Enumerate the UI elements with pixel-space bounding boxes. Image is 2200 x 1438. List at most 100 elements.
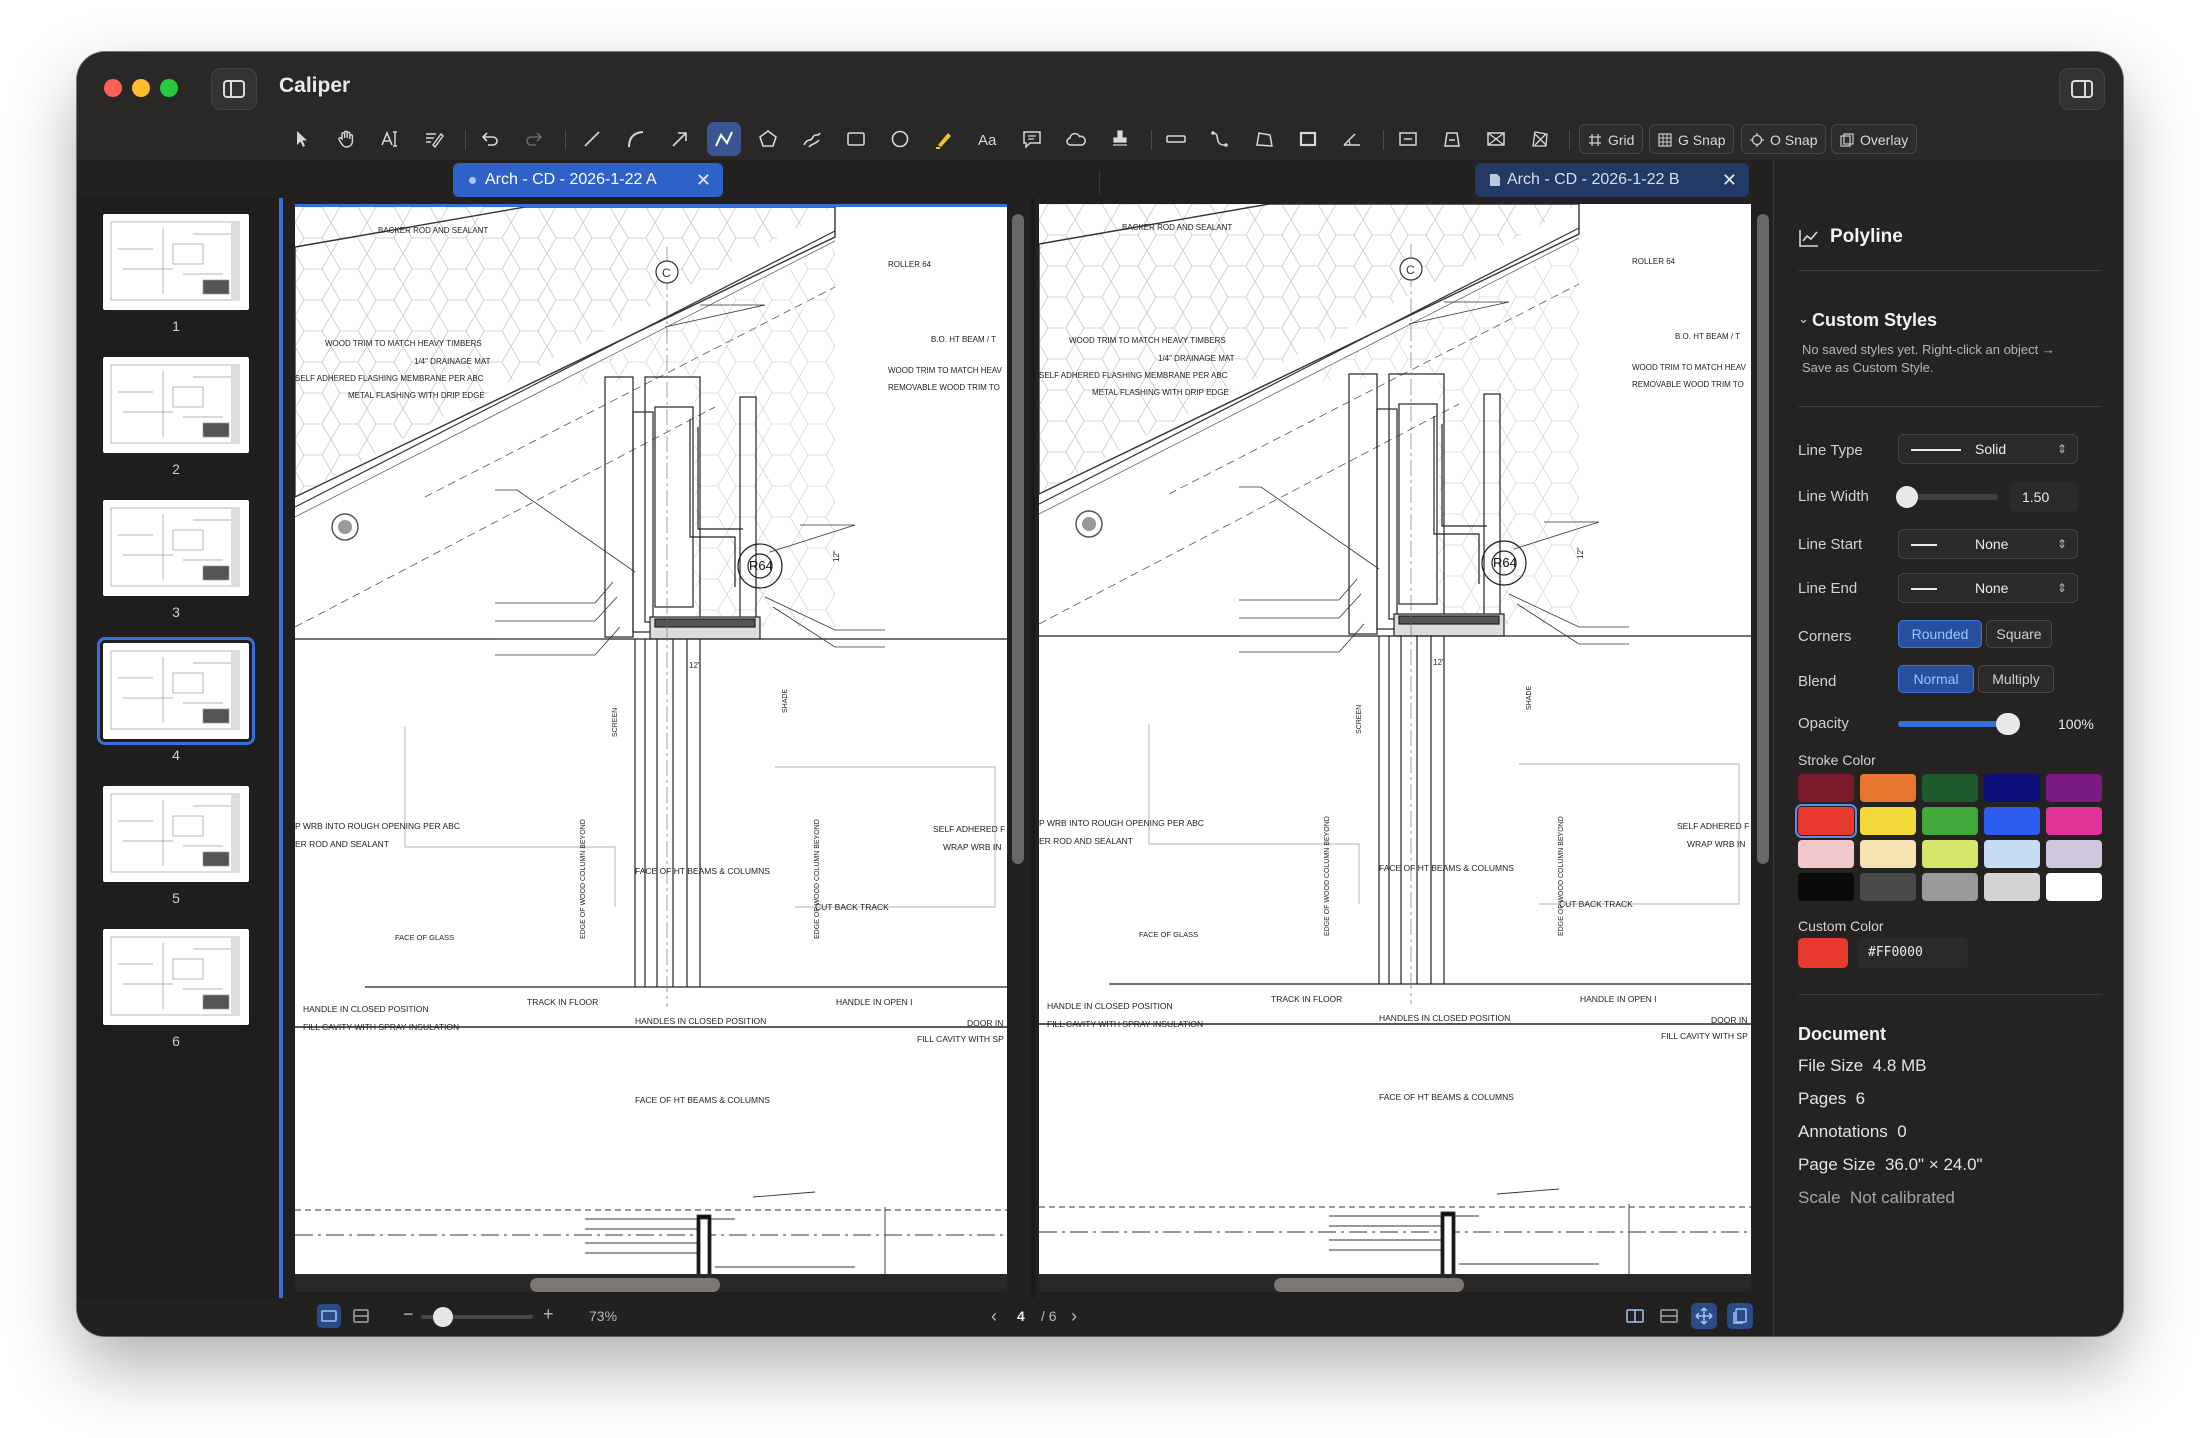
opacity-slider[interactable]: [1898, 713, 2020, 735]
color-swatch[interactable]: [1922, 873, 1978, 901]
color-swatch[interactable]: [2046, 807, 2102, 835]
select-tool-icon[interactable]: [285, 122, 319, 156]
tab-document-b[interactable]: Arch - CD - 2026-1-22 B ✕: [1475, 163, 1749, 197]
rectangle-tool-icon[interactable]: [839, 122, 873, 156]
color-swatch[interactable]: [1860, 807, 1916, 835]
zoom-out-button[interactable]: −: [403, 1304, 414, 1325]
line-start-select[interactable]: None ⇕: [1898, 529, 2078, 559]
opacity-knob[interactable]: [1996, 713, 2020, 735]
side-by-side-button[interactable]: [1623, 1304, 1647, 1328]
perimeter-tool-icon[interactable]: [1291, 122, 1325, 156]
color-swatch[interactable]: [1798, 774, 1854, 802]
line-tool-icon[interactable]: [575, 122, 609, 156]
color-swatch[interactable]: [1860, 840, 1916, 868]
line-width-slider[interactable]: [1896, 486, 1998, 508]
page-thumbnail[interactable]: [103, 357, 249, 453]
callout-tool-icon[interactable]: [1015, 122, 1049, 156]
page-thumbnail[interactable]: [103, 214, 249, 310]
custom-styles-header[interactable]: Custom Styles: [1812, 310, 1937, 331]
tab-document-a[interactable]: Arch - CD - 2026-1-22 A ✕: [453, 163, 723, 197]
color-swatch[interactable]: [1984, 807, 2040, 835]
grid-button[interactable]: Grid: [1579, 124, 1644, 154]
ellipse-tool-icon[interactable]: [883, 122, 917, 156]
document-pane-b[interactable]: CR64LINEAR LIGHTING, RE: HLBBACKER ROD A…: [1039, 204, 1751, 1274]
scrollbar-vertical-a[interactable]: [1012, 214, 1024, 864]
pane-divider[interactable]: [1031, 198, 1035, 1298]
close-window-button[interactable]: [104, 79, 122, 97]
hand-tool-icon[interactable]: [329, 122, 363, 156]
color-swatch[interactable]: [1860, 873, 1916, 901]
arrow-tool-icon[interactable]: [663, 122, 697, 156]
color-swatch[interactable]: [1922, 774, 1978, 802]
arc-tool-icon[interactable]: [619, 122, 653, 156]
compare-tool-icon[interactable]: [1523, 122, 1557, 156]
polygon-tool-icon[interactable]: [751, 122, 785, 156]
corners-rounded-button[interactable]: Rounded: [1898, 620, 1982, 648]
color-swatch[interactable]: [1860, 774, 1916, 802]
highlighter-tool-icon[interactable]: [927, 122, 961, 156]
stacked-view-button[interactable]: [1657, 1304, 1681, 1328]
line-width-knob[interactable]: [1896, 486, 1918, 508]
crop-tool-icon[interactable]: [1435, 122, 1469, 156]
corners-square-button[interactable]: Square: [1986, 620, 2052, 648]
custom-color-hex-field[interactable]: #FF0000: [1858, 938, 1968, 968]
page-thumbnail[interactable]: [103, 929, 249, 1025]
text-select-tool-icon[interactable]: [373, 122, 407, 156]
previous-page-button[interactable]: ‹: [991, 1306, 997, 1327]
freehand-tool-icon[interactable]: [795, 122, 829, 156]
scrollbar-vertical-b[interactable]: [1757, 214, 1769, 864]
color-swatch[interactable]: [1984, 840, 2040, 868]
chevron-down-icon[interactable]: ⌄: [1798, 311, 1809, 327]
path-measure-tool-icon[interactable]: [1203, 122, 1237, 156]
scrollbar-horizontal-b[interactable]: [1274, 1278, 1464, 1292]
line-type-select[interactable]: Solid ⇕: [1898, 434, 2078, 464]
current-page[interactable]: 4: [1017, 1308, 1025, 1324]
redo-icon[interactable]: [517, 122, 551, 156]
zoom-in-button[interactable]: +: [543, 1304, 554, 1325]
color-swatch[interactable]: [2046, 840, 2102, 868]
text-tool-icon[interactable]: Aa: [971, 122, 1005, 156]
ruler-tool-icon[interactable]: [1159, 122, 1193, 156]
page-thumbnail[interactable]: [103, 786, 249, 882]
continuous-view-button[interactable]: [349, 1304, 373, 1328]
color-swatch[interactable]: [2046, 873, 2102, 901]
color-swatch[interactable]: [2046, 774, 2102, 802]
close-tab-b-icon[interactable]: ✕: [1722, 163, 1737, 197]
page-thumbnail[interactable]: [97, 637, 255, 745]
close-tab-a-icon[interactable]: ✕: [696, 163, 711, 197]
gsnap-button[interactable]: G Snap: [1649, 124, 1735, 154]
color-swatch[interactable]: [1984, 873, 2040, 901]
cloud-tool-icon[interactable]: [1059, 122, 1093, 156]
text-markup-tool-icon[interactable]: [417, 122, 451, 156]
color-swatch[interactable]: [1798, 873, 1854, 901]
polyline-tool-icon[interactable]: [707, 122, 741, 156]
page-thumbnail[interactable]: [103, 500, 249, 596]
custom-color-swatch[interactable]: [1798, 938, 1848, 968]
line-width-field[interactable]: 1.50: [2010, 482, 2078, 512]
count-tool-icon[interactable]: [1391, 122, 1425, 156]
minimize-window-button[interactable]: [132, 79, 150, 97]
color-swatch[interactable]: [1795, 804, 1857, 838]
sync-scroll-button[interactable]: [1691, 1303, 1717, 1329]
link-documents-button[interactable]: [1727, 1303, 1753, 1329]
color-swatch[interactable]: [1922, 840, 1978, 868]
color-swatch[interactable]: [1922, 807, 1978, 835]
overlay-button[interactable]: Overlay: [1831, 124, 1918, 154]
blend-normal-button[interactable]: Normal: [1898, 665, 1974, 693]
scale-tool-icon[interactable]: [1479, 122, 1513, 156]
line-end-select[interactable]: None ⇕: [1898, 573, 2078, 603]
sidebar-toggle-button[interactable]: [211, 68, 257, 110]
document-pane-a[interactable]: CR64LINEAR LIGHTING, RE: HLBBACKER ROD A…: [295, 204, 1007, 1277]
inspector-toggle-button[interactable]: [2059, 68, 2105, 110]
zoom-slider-knob[interactable]: [433, 1307, 454, 1327]
single-page-view-button[interactable]: [317, 1304, 341, 1328]
zoom-window-button[interactable]: [160, 79, 178, 97]
color-swatch[interactable]: [1798, 840, 1854, 868]
next-page-button[interactable]: ›: [1071, 1306, 1077, 1327]
area-tool-icon[interactable]: [1247, 122, 1281, 156]
angle-tool-icon[interactable]: [1335, 122, 1369, 156]
stamp-tool-icon[interactable]: [1103, 122, 1137, 156]
undo-icon[interactable]: [473, 122, 507, 156]
blend-multiply-button[interactable]: Multiply: [1978, 665, 2054, 693]
color-swatch[interactable]: [1984, 774, 2040, 802]
